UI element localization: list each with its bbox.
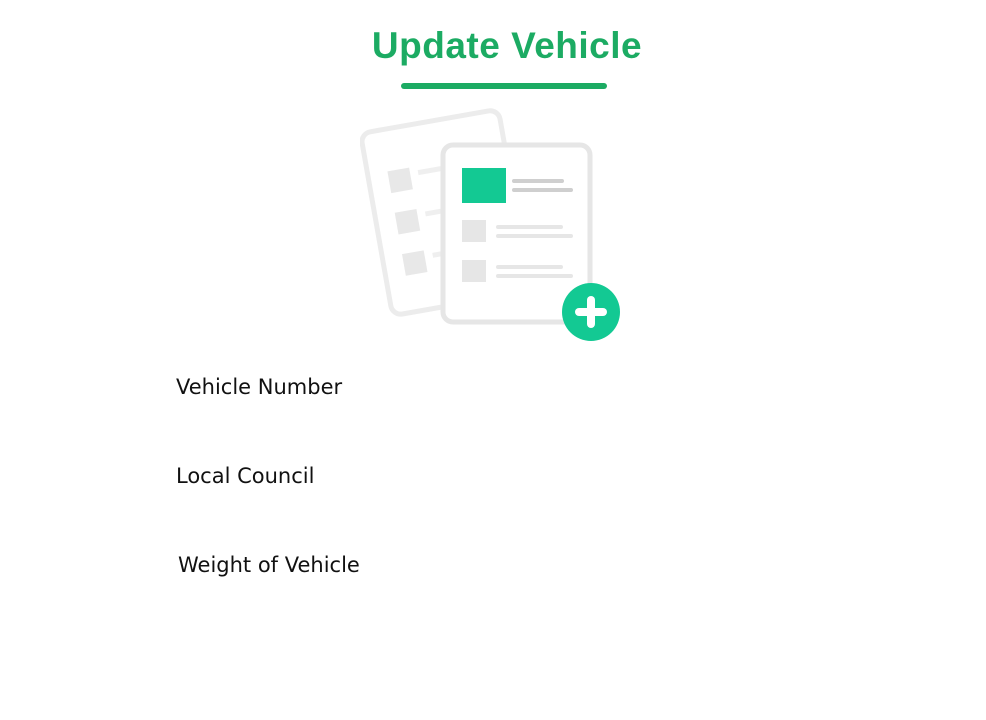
local-council-label: Local Council [176,464,315,488]
page-title: Update Vehicle [371,25,643,66]
weight-of-vehicle-label: Weight of Vehicle [178,553,360,577]
add-document-icon [359,100,630,350]
title-underline [401,83,607,89]
vehicle-number-label: Vehicle Number [176,375,343,399]
